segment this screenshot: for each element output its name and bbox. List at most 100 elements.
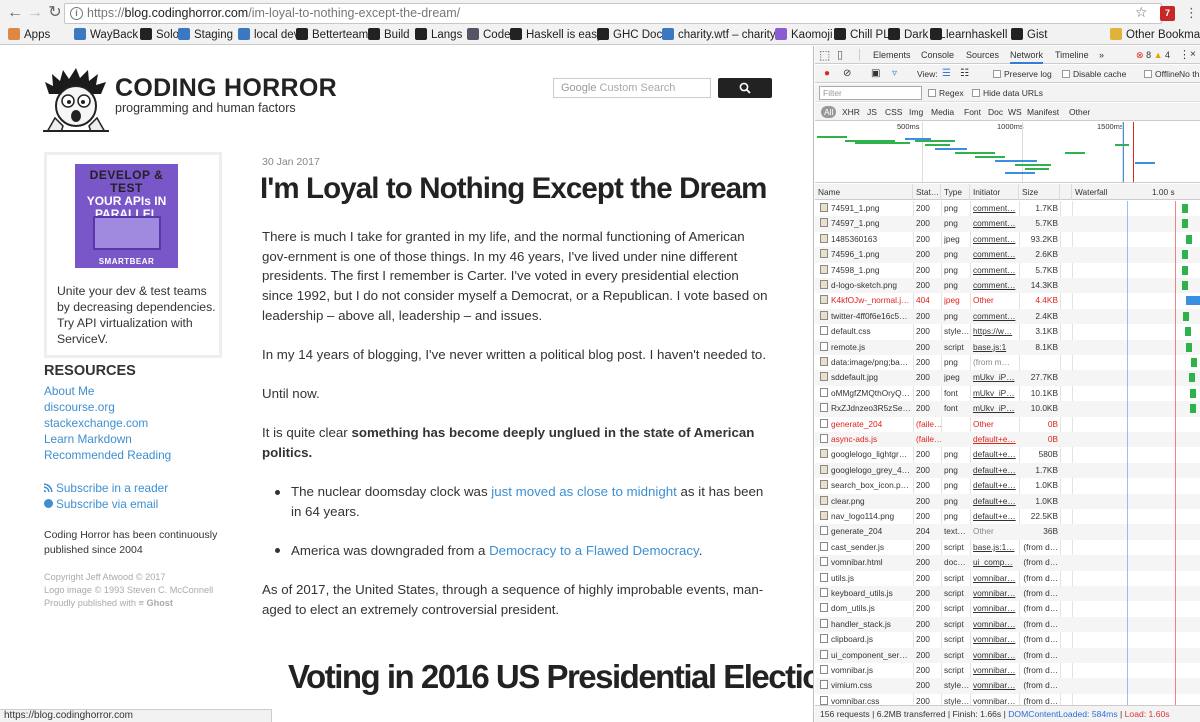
network-row[interactable]: cast_sender.js 200 script base.js:1… (from d… bbox=[815, 540, 1200, 555]
bookmark-7[interactable]: Langs bbox=[415, 27, 462, 44]
bookmark-5[interactable]: Betterteam bbox=[296, 27, 368, 44]
error-count[interactable]: ⊗ 8 ▲ 4 bbox=[1136, 46, 1170, 64]
col-initiator[interactable]: Initiator bbox=[970, 184, 1019, 200]
overview-icon[interactable]: ☷ bbox=[960, 65, 969, 83]
type-filter-ws[interactable]: WS bbox=[1008, 106, 1022, 118]
bookmark-3[interactable]: Staging bbox=[178, 27, 233, 44]
bookmark-11[interactable]: charity.wtf – charity… bbox=[662, 27, 787, 44]
network-row[interactable]: 1485360163 200 jpeg comment… 93.2KB bbox=[815, 232, 1200, 247]
network-row[interactable]: sddefault.jpg 200 jpeg mUkv_iP… 27.7KB bbox=[815, 370, 1200, 386]
type-filter-doc[interactable]: Doc bbox=[988, 106, 1003, 118]
network-row[interactable]: keyboard_utils.js 200 script vomnibar… (from… bbox=[815, 586, 1200, 602]
network-row[interactable]: clear.png 200 png default+e… 1.0KB bbox=[815, 493, 1200, 509]
network-row[interactable]: default.css 200 style… https://w… 3.1KB bbox=[815, 324, 1200, 339]
network-row[interactable]: remote.js 200 script base.js:1 8.1KB bbox=[815, 339, 1200, 355]
inspect-icon[interactable]: ⬚ bbox=[819, 46, 830, 64]
network-row[interactable]: d-logo-sketch.png 200 png comment… 14.3KB bbox=[815, 278, 1200, 294]
democracy-link[interactable]: Democracy to a Flawed Democracy bbox=[489, 543, 699, 558]
col-waterfall[interactable]: Waterfall 1.00 s bbox=[1072, 184, 1200, 200]
resource-link-markdown[interactable]: Learn Markdown bbox=[44, 432, 132, 446]
resource-link-reading[interactable]: Recommended Reading bbox=[44, 448, 171, 462]
bookmark-17[interactable]: Other Bookmarks bbox=[1110, 27, 1200, 44]
menu-icon[interactable]: ⋮ bbox=[1185, 5, 1198, 21]
network-row[interactable]: generate_204 (faile… Other 0B bbox=[815, 417, 1200, 432]
forward-arrow-icon[interactable]: → bbox=[26, 4, 44, 22]
network-row[interactable]: RxZJdnzeo3R5zSe… 200 font mUkv_iP… 10.0KB bbox=[815, 401, 1200, 417]
clear-icon[interactable]: ⊘ bbox=[843, 65, 851, 83]
type-filter-all[interactable]: All bbox=[821, 106, 837, 118]
devtools-close-icon[interactable]: × bbox=[1190, 46, 1196, 64]
tab-timeline[interactable]: Timeline bbox=[1055, 46, 1089, 64]
network-row[interactable]: vimium.css 200 style… vomnibar… (from d… bbox=[815, 678, 1200, 694]
network-row[interactable]: search_box_icon.p… 200 png default+e… 1.0KB bbox=[815, 478, 1200, 493]
search-button[interactable] bbox=[718, 78, 772, 98]
tab-console[interactable]: Console bbox=[921, 46, 954, 64]
disable-cache-box[interactable] bbox=[1062, 70, 1070, 78]
address-bar[interactable]: i https://blog.codinghorror.com/im-loyal-… bbox=[64, 3, 1162, 24]
network-row[interactable]: utils.js 200 script vomnibar… (from d… bbox=[815, 571, 1200, 586]
offline-box[interactable] bbox=[1144, 70, 1152, 78]
bookmark-10[interactable]: GHC Docs bbox=[597, 27, 668, 44]
offline-checkbox[interactable]: Offline bbox=[1144, 65, 1179, 83]
filter-icon[interactable]: ▿ bbox=[892, 65, 897, 83]
sidebar-ad[interactable]: DEVELOP & TEST YOUR APIs IN PARALLEL SMA… bbox=[44, 152, 222, 358]
network-row[interactable]: dom_utils.js 200 script vomnibar… (from d… bbox=[815, 601, 1200, 616]
network-row[interactable]: handler_stack.js 200 script vomnibar… (from … bbox=[815, 616, 1200, 633]
tab-more[interactable]: » bbox=[1099, 46, 1104, 64]
network-row[interactable]: nav_logo114.png 200 png default+e… 22.5KB bbox=[815, 509, 1200, 524]
devtools-menu-icon[interactable]: ⋮ bbox=[1179, 46, 1190, 64]
type-filter-js[interactable]: JS bbox=[867, 106, 877, 118]
resource-link-about[interactable]: About Me bbox=[44, 384, 95, 398]
type-filter-font[interactable]: Font bbox=[964, 106, 981, 118]
regex-box[interactable] bbox=[928, 89, 936, 97]
type-filter-xhr[interactable]: XHR bbox=[842, 106, 860, 118]
network-row[interactable]: generate_204 204 text… Other 36B bbox=[815, 524, 1200, 540]
ad-image[interactable]: DEVELOP & TEST YOUR APIs IN PARALLEL SMA… bbox=[75, 164, 178, 268]
network-row[interactable]: 74591_1.png 200 png comment… 1.7KB bbox=[815, 201, 1200, 216]
network-row[interactable]: K4kfOJw-_normal.j… 404 jpeg Other 4.4KB bbox=[815, 293, 1200, 308]
type-filter-media[interactable]: Media bbox=[931, 106, 954, 118]
bookmark-6[interactable]: Build bbox=[368, 27, 410, 44]
network-row[interactable]: 74596_1.png 200 png comment… 2.6KB bbox=[815, 247, 1200, 263]
type-filter-other[interactable]: Other bbox=[1069, 106, 1090, 118]
regex-checkbox[interactable]: Regex bbox=[928, 84, 964, 102]
large-rows-icon[interactable]: ☰ bbox=[942, 65, 951, 83]
doomsday-link[interactable]: just moved as close to midnight bbox=[491, 484, 677, 499]
col-status[interactable]: Stat… bbox=[913, 184, 941, 200]
bookmark-0[interactable]: Apps bbox=[8, 27, 50, 44]
type-filter-css[interactable]: CSS bbox=[885, 106, 902, 118]
hide-data-urls-box[interactable] bbox=[972, 89, 980, 97]
info-icon[interactable]: i bbox=[70, 7, 83, 20]
bookmark-star-icon[interactable]: ☆ bbox=[1135, 4, 1148, 21]
extension-icon[interactable]: 7 bbox=[1160, 6, 1175, 21]
site-title[interactable]: CODING HORROR bbox=[115, 74, 337, 103]
back-arrow-icon[interactable]: ← bbox=[6, 4, 24, 22]
disable-cache-checkbox[interactable]: Disable cache bbox=[1062, 65, 1126, 83]
bookmark-4[interactable]: local dev bbox=[238, 27, 299, 44]
col-type[interactable]: Type bbox=[941, 184, 970, 200]
reload-icon[interactable]: ↻ bbox=[46, 4, 64, 22]
network-row[interactable]: vomnibar.html 200 doc… ui_comp… (from d… bbox=[815, 555, 1200, 571]
resource-link-stackexchange[interactable]: stackexchange.com bbox=[44, 416, 148, 430]
subscribe-reader-link[interactable]: Subscribe in a reader bbox=[44, 481, 168, 495]
bookmark-8[interactable]: Code bbox=[467, 27, 511, 44]
network-row[interactable]: vomnibar.js 200 script vomnibar… (from d… bbox=[815, 663, 1200, 678]
col-time[interactable] bbox=[1060, 184, 1072, 200]
record-icon[interactable]: ● bbox=[824, 65, 830, 83]
tab-sources[interactable]: Sources bbox=[966, 46, 999, 64]
coding-horror-logo[interactable] bbox=[43, 68, 109, 132]
ghost-link[interactable]: Ghost bbox=[146, 598, 173, 608]
tab-elements[interactable]: Elements bbox=[873, 46, 911, 64]
col-name[interactable]: Name bbox=[815, 184, 913, 200]
network-row[interactable]: googlelogo_grey_4… 200 png default+e… 1.7KB bbox=[815, 462, 1200, 479]
hide-data-urls-checkbox[interactable]: Hide data URLs bbox=[972, 84, 1043, 102]
ad-text[interactable]: Unite your dev & test teams by decreasin… bbox=[57, 283, 217, 347]
bookmark-2[interactable]: Solo bbox=[140, 27, 179, 44]
bookmark-13[interactable]: Chill PL bbox=[834, 27, 890, 44]
search-input[interactable]: Google Custom Search bbox=[553, 78, 711, 98]
network-row[interactable]: googlelogo_lightgr… 200 png default+e… 580B bbox=[815, 447, 1200, 462]
network-row[interactable]: 74598_1.png 200 png comment… 5.7KB bbox=[815, 263, 1200, 278]
network-row[interactable]: 74597_1.png 200 png comment… 5.7KB bbox=[815, 216, 1200, 232]
network-row[interactable]: async-ads.js (faile… default+e… 0B bbox=[815, 432, 1200, 448]
subscribe-email-link[interactable]: Subscribe via email bbox=[44, 497, 158, 511]
